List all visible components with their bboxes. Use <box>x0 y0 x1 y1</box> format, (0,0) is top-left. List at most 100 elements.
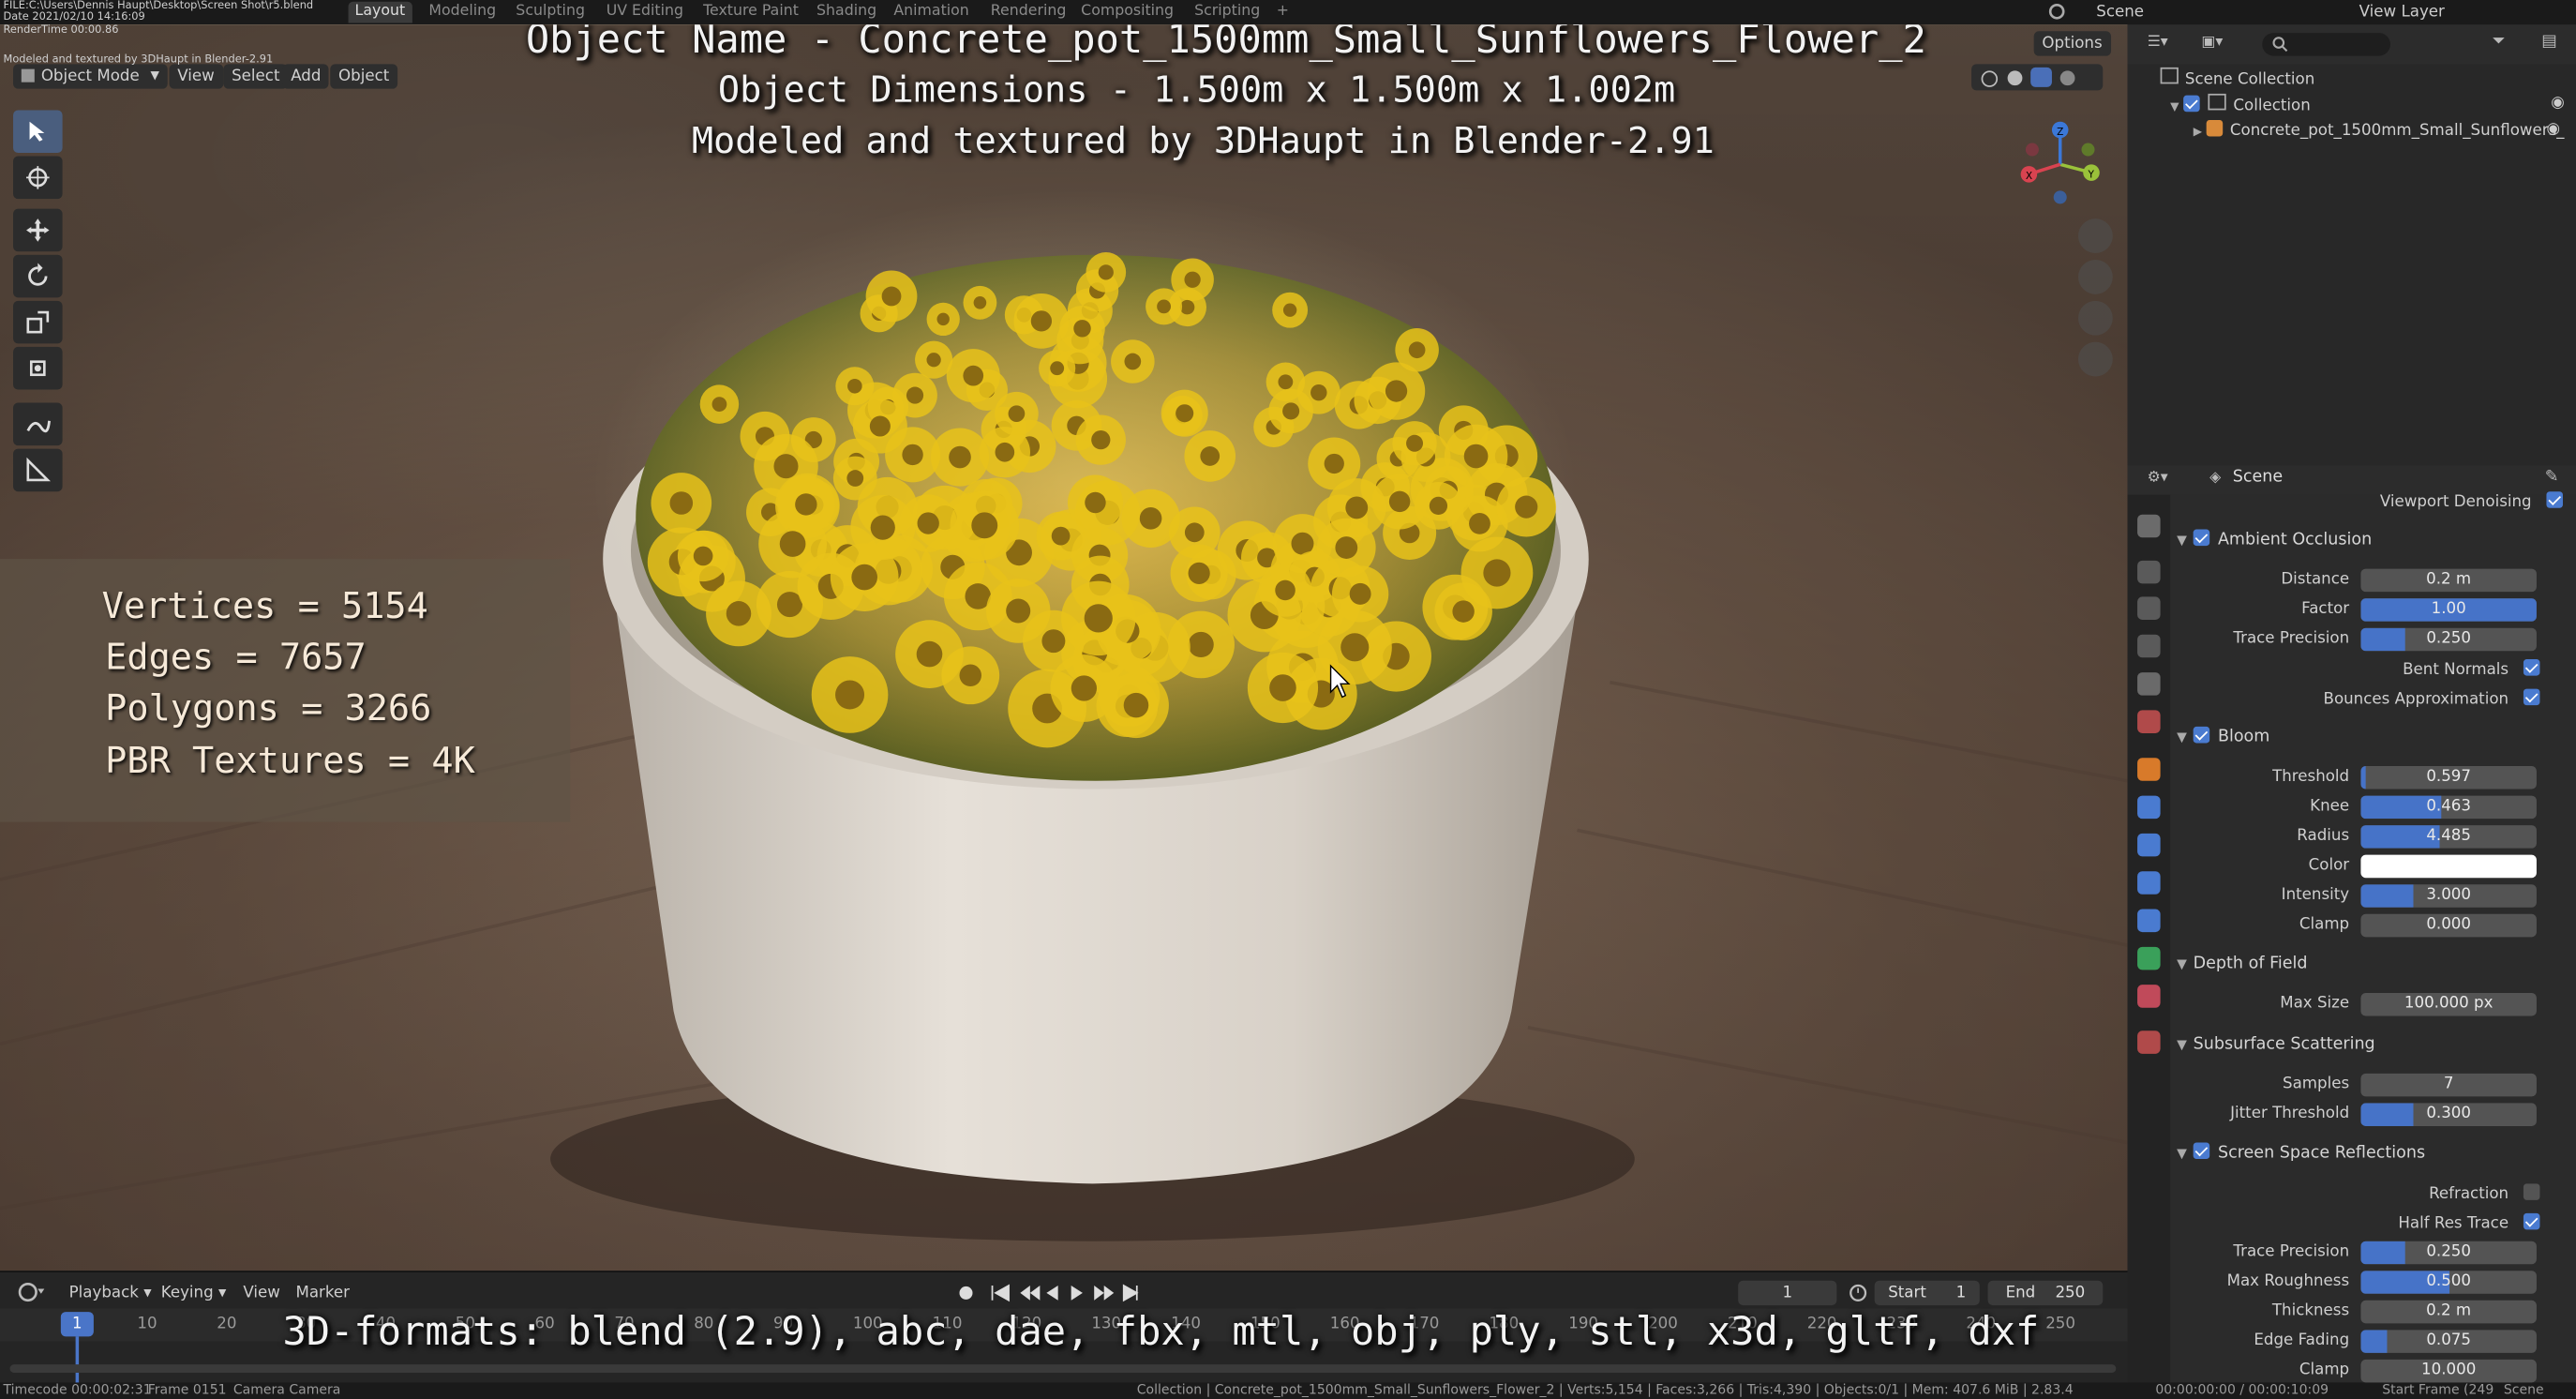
3d-viewport[interactable]: Object Mode ▼ View Select Add Object Opti… <box>0 24 2128 1271</box>
ambient-occlusion-header[interactable]: ▼ Ambient Occlusion <box>2177 526 2372 556</box>
render-tab-icon[interactable] <box>2137 560 2161 584</box>
pan-hand-icon[interactable] <box>2077 260 2113 294</box>
texture-tab-icon[interactable] <box>2137 1030 2161 1054</box>
workspace-tab-shading[interactable]: Shading <box>810 2 883 23</box>
ortho-grid-icon[interactable] <box>2077 341 2113 377</box>
menu-timeline-view[interactable]: View <box>243 1281 280 1305</box>
measure-tool[interactable] <box>13 448 63 492</box>
workspace-tab-compositing[interactable]: Compositing <box>1074 2 1180 23</box>
workspace-tab-modeling[interactable]: Modeling <box>422 2 502 23</box>
data-tab-icon[interactable] <box>2137 946 2161 970</box>
particles-tab-icon[interactable] <box>2137 833 2161 857</box>
properties-editor[interactable]: ⚙▾ ◈ Scene ✎ Viewport Denoising ▼ Ambient… <box>2127 465 2576 1383</box>
current-frame-field[interactable]: 1 <box>1738 1280 1837 1306</box>
workspace-tab-texture-paint[interactable]: Texture Paint <box>696 2 805 23</box>
editor-type-icon[interactable] <box>17 1281 50 1304</box>
visibility-eye-icon[interactable]: ◉ <box>2551 94 2565 112</box>
workspace-tab-sculpting[interactable]: Sculpting <box>509 2 592 23</box>
bloom-radius-slider[interactable]: 4.485 <box>2360 825 2537 849</box>
rotate-tool[interactable] <box>13 254 63 298</box>
record-icon[interactable] <box>959 1286 973 1300</box>
collection-checkbox[interactable] <box>2183 95 2201 113</box>
world-tab-icon[interactable] <box>2137 710 2161 733</box>
ssr-max-roughness-slider[interactable]: 0.500 <box>2360 1271 2537 1294</box>
sss-jitter-slider[interactable]: 0.300 <box>2360 1103 2537 1126</box>
bloom-header[interactable]: ▼ Bloom <box>2177 723 2269 753</box>
ao-factor-slider[interactable]: 1.00 <box>2360 598 2537 622</box>
depth-of-field-header[interactable]: ▼ Depth of Field <box>2177 950 2307 980</box>
half-res-trace-checkbox[interactable] <box>2523 1212 2540 1230</box>
options-dropdown[interactable]: Options <box>2033 31 2111 56</box>
menu-view[interactable]: View <box>169 64 223 89</box>
scene-tab-icon[interactable] <box>2137 672 2161 696</box>
play-reverse-icon[interactable] <box>1046 1286 1058 1301</box>
outliner-search-input[interactable] <box>2262 33 2390 56</box>
ssr-header[interactable]: ▼ Screen Space Reflections <box>2177 1139 2425 1169</box>
sss-samples-field[interactable]: 7 <box>2360 1073 2537 1097</box>
menu-select[interactable]: Select <box>223 64 289 89</box>
modifier-tab-icon[interactable] <box>2137 795 2161 820</box>
constraints-tab-icon[interactable] <box>2137 909 2161 933</box>
playback-controls[interactable] <box>952 1281 1149 1305</box>
object-mode-dropdown[interactable]: Object Mode ▼ <box>13 64 168 89</box>
jump-start-icon[interactable] <box>991 1284 1010 1302</box>
menu-add[interactable]: Add <box>282 64 330 89</box>
bloom-color-swatch[interactable] <box>2360 854 2537 879</box>
object-row[interactable]: ▶ Concrete_pot_1500mm_Small_Sunflowers_F <box>2194 119 2565 140</box>
workspace-tab-layout[interactable]: Layout <box>348 1 412 23</box>
properties-editor-icon[interactable]: ⚙▾ <box>2148 470 2168 487</box>
half-res-trace-row[interactable]: Half Res Trace <box>2398 1212 2540 1233</box>
cursor-tool[interactable] <box>13 156 63 200</box>
start-frame-field[interactable]: Start 1 <box>1874 1280 1980 1306</box>
menu-object[interactable]: Object <box>330 64 398 89</box>
refraction-row[interactable]: Refraction <box>2429 1183 2540 1203</box>
ssr-clamp-field[interactable]: 10.000 <box>2360 1359 2537 1383</box>
workspace-tab-animation[interactable]: Animation <box>887 2 975 23</box>
refraction-checkbox[interactable] <box>2523 1183 2540 1200</box>
bent-normals-row[interactable]: Bent Normals <box>2403 659 2540 679</box>
menu-marker[interactable]: Marker <box>295 1281 350 1305</box>
scale-tool[interactable] <box>13 300 63 344</box>
expand-arrow-icon[interactable]: ▶ <box>2194 125 2202 138</box>
ssr-edge-fading-slider[interactable]: 0.075 <box>2360 1330 2537 1353</box>
end-frame-field[interactable]: End 250 <box>1987 1280 2104 1306</box>
wireframe-shading-icon[interactable] <box>1981 70 1999 87</box>
bloom-knee-slider[interactable]: 0.463 <box>2360 795 2537 820</box>
bloom-intensity-slider[interactable]: 3.000 <box>2360 884 2537 908</box>
bent-normals-checkbox[interactable] <box>2523 659 2540 676</box>
ao-trace-precision-slider[interactable]: 0.250 <box>2360 627 2537 652</box>
output-tab-icon[interactable] <box>2137 596 2161 620</box>
timeline[interactable]: Playback ▾ Keying ▾ View Marker 1 Start … <box>0 1271 2128 1385</box>
collection-row[interactable]: ▼ Collection ◉ <box>2170 93 2565 115</box>
playhead[interactable]: 1 <box>60 1312 94 1337</box>
shading-modes[interactable] <box>1971 64 2104 91</box>
filter-view-icon[interactable]: ▣▾ <box>2201 35 2223 52</box>
visibility-eye-icon[interactable]: ◉ <box>2546 120 2560 138</box>
new-collection-icon[interactable]: ▤ <box>2541 33 2557 51</box>
navigation-gizmo[interactable]: Y Z X <box>2013 116 2108 212</box>
ao-distance-field[interactable]: 0.2 m <box>2360 568 2537 593</box>
add-workspace-button[interactable]: + <box>1270 2 1295 23</box>
workspace-tab-uv-editing[interactable]: UV Editing <box>600 2 690 23</box>
view-layer-tab-icon[interactable] <box>2137 634 2161 658</box>
dof-max-size-field[interactable]: 100.000 px <box>2360 992 2537 1016</box>
subsurface-header[interactable]: ▼ Subsurface Scattering <box>2177 1030 2375 1061</box>
material-tab-icon[interactable] <box>2137 985 2161 1008</box>
viewport-denoising-row[interactable]: Viewport Denoising <box>2380 491 2563 511</box>
rendered-shading-icon[interactable] <box>2059 70 2075 86</box>
stopwatch-icon[interactable] <box>1849 1283 1868 1302</box>
camera-view-icon[interactable] <box>2077 300 2113 336</box>
material-shading-icon[interactable] <box>2030 67 2052 87</box>
play-icon[interactable] <box>1071 1286 1083 1301</box>
jump-end-icon[interactable] <box>1122 1284 1139 1302</box>
display-mode-icon[interactable]: ☰▾ <box>2148 35 2168 52</box>
bloom-threshold-slider[interactable]: 0.597 <box>2360 766 2537 790</box>
solid-shading-icon[interactable] <box>2007 70 2023 86</box>
expand-arrow-icon[interactable]: ▼ <box>2170 100 2179 113</box>
zoom-icon[interactable] <box>2077 218 2113 253</box>
workspace-tab-scripting[interactable]: Scripting <box>1188 2 1266 23</box>
bounces-approx-row[interactable]: Bounces Approximation <box>2324 688 2540 709</box>
jump-next-key-icon[interactable] <box>1094 1286 1115 1301</box>
select-box-tool[interactable] <box>13 110 63 154</box>
filter-icon[interactable]: ⏷ <box>2493 33 2506 51</box>
